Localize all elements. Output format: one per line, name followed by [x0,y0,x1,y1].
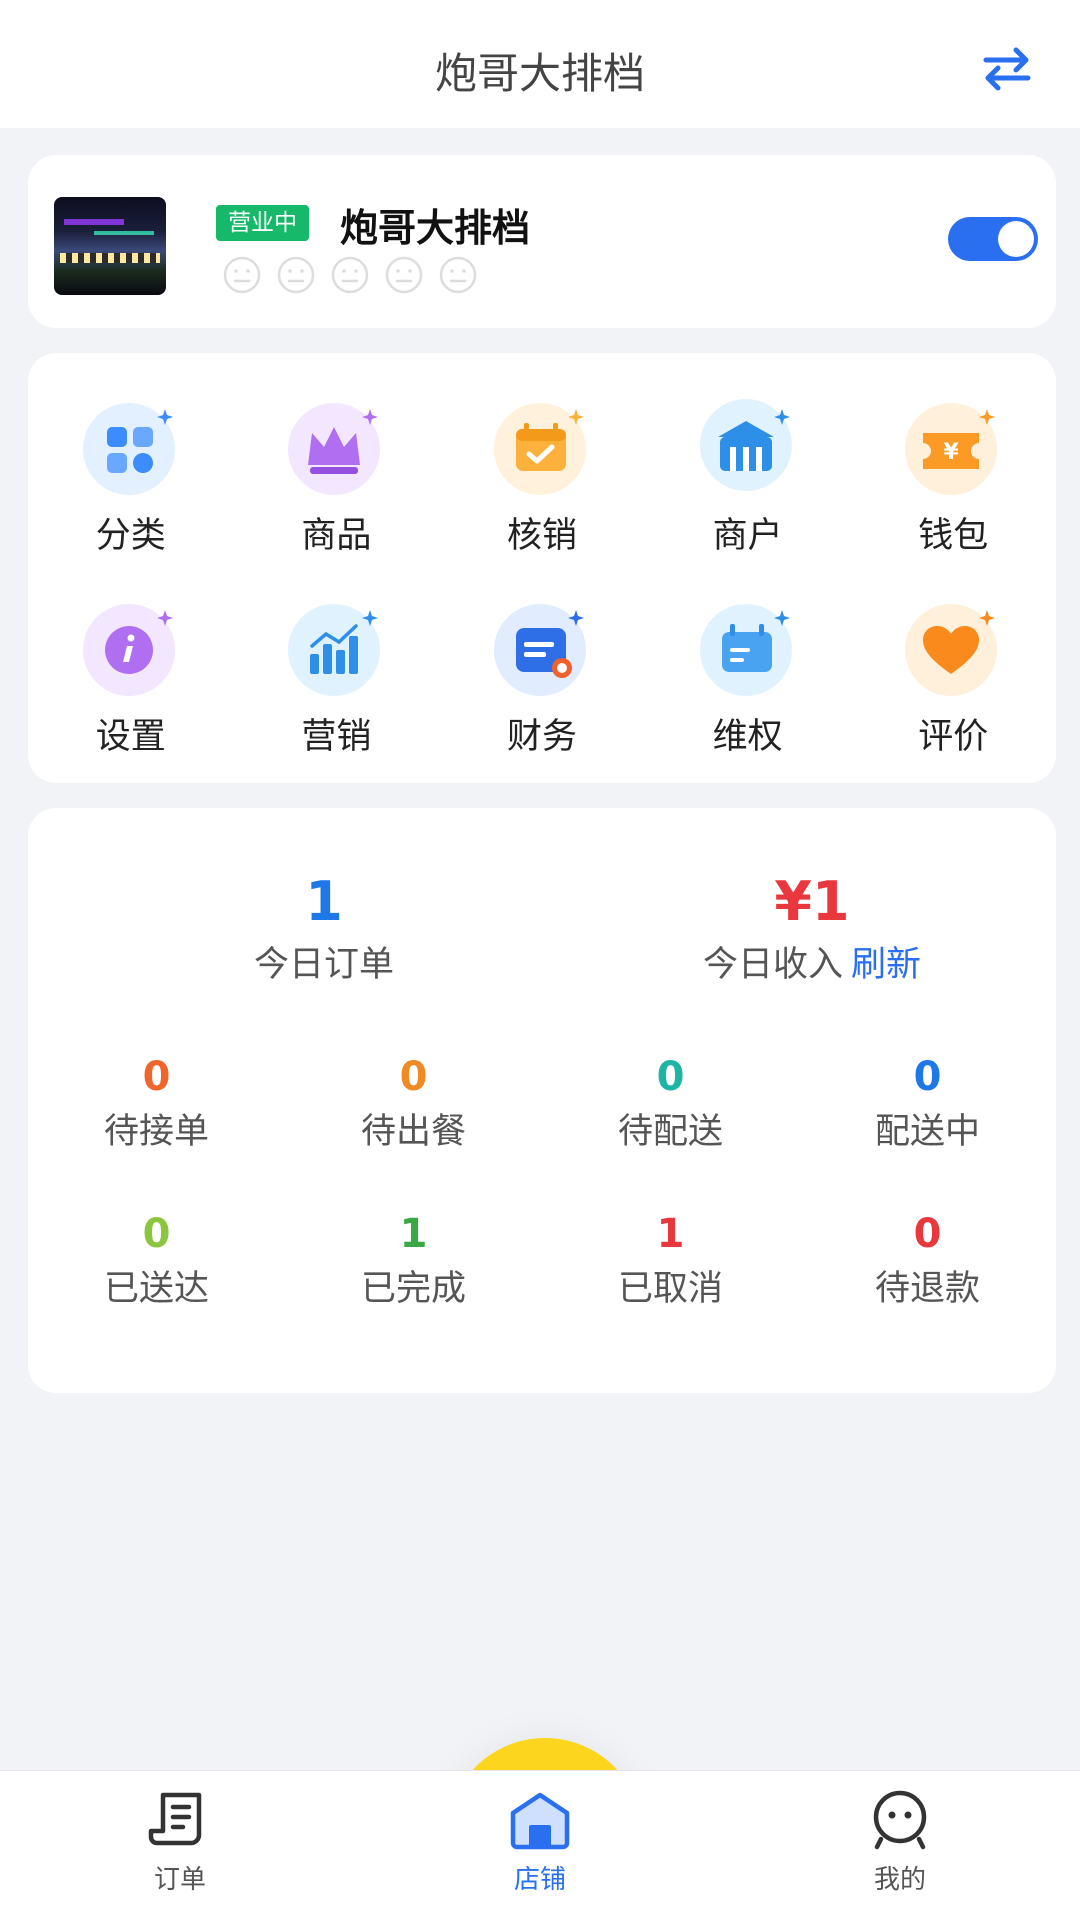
face-icon [223,256,261,294]
bottom-tabbar: 订单 店铺 我的 [0,1770,1080,1920]
today-income-value: ¥1 [774,870,850,933]
tab-label: 订单 [153,1865,206,1895]
menu-item-wallet[interactable]: ¥ 钱包 [850,395,1056,558]
menu-item-settings[interactable]: 设置 [28,596,234,759]
menu-label: 设置 [95,717,166,757]
menu-item-finance[interactable]: 财务 [439,596,645,759]
rating-faces [222,255,478,295]
business-toggle[interactable] [948,217,1038,261]
stat-cancelled[interactable]: 1 已取消 [542,1210,799,1311]
svg-text:¥: ¥ [944,440,960,465]
menu-label: 商品 [301,516,372,556]
stat-value: 0 [399,1054,428,1100]
today-income: ¥1 今日收入 刷新 [592,870,1032,987]
storefront-icon [699,399,792,491]
menu-label: 核销 [506,516,577,556]
face-icon [385,256,423,294]
stat-label: 待配送 [617,1112,723,1152]
stat-value: 1 [399,1211,428,1257]
stat-value: 0 [142,1054,171,1100]
face-icon [277,256,315,294]
menu-label: 钱包 [918,516,989,556]
today-orders[interactable]: 1 今日订单 [104,870,544,987]
menu-label: 商户 [712,516,783,556]
stat-label: 已送达 [103,1269,209,1309]
stat-label: 配送中 [874,1112,980,1152]
shop-card: 营业中 炮哥大排档 [28,155,1056,328]
stat-label: 待退款 [874,1269,980,1309]
menu-item-reviews[interactable]: 评价 [850,596,1056,759]
stat-label: 待出餐 [360,1112,466,1152]
heart-icon [905,604,998,696]
order-stats: 1 今日订单 ¥1 今日收入 刷新 0 待接单 0 待出餐 0 待配送 0 配送中… [28,808,1056,1393]
info-settings-icon [82,604,175,696]
today-orders-label: 今日订单 [253,945,394,985]
tab-store[interactable]: 店铺 [360,1771,720,1920]
menu-item-rights[interactable]: 维权 [645,596,851,759]
today-orders-value: 1 [305,870,343,933]
stat-value: 0 [913,1211,942,1257]
shop-thumbnail[interactable] [54,197,166,295]
stat-pending-accept[interactable]: 0 待接单 [28,1053,285,1154]
stat-value: 0 [656,1054,685,1100]
shop-name: 炮哥大排档 [340,206,531,250]
header: 炮哥大排档 [0,0,1080,128]
stat-value: 1 [656,1211,685,1257]
menu-label: 维权 [712,717,783,757]
swap-arrows-icon[interactable] [980,44,1034,94]
face-icon [331,256,369,294]
menu-label: 评价 [918,717,989,757]
toggle-knob [998,221,1034,257]
stat-delivering[interactable]: 0 配送中 [799,1053,1056,1154]
menu-item-verify[interactable]: 核销 [439,395,645,558]
function-menu: 分类 商品 核销 商户 ¥ 钱包 设置 营销 财务 维权 评价 [28,353,1056,783]
menu-item-category[interactable]: 分类 [28,395,234,558]
menu-item-products[interactable]: 商品 [234,395,440,558]
tab-label: 我的 [873,1865,926,1895]
calendar-check-icon [493,403,586,495]
stat-pending-refund[interactable]: 0 待退款 [799,1210,1056,1311]
menu-item-merchant[interactable]: 商户 [645,395,851,558]
menu-label: 分类 [95,516,166,556]
menu-item-marketing[interactable]: 营销 [234,596,440,759]
store-home-icon [510,1792,570,1850]
order-receipt-icon [148,1792,202,1846]
stat-value: 0 [913,1054,942,1100]
menu-label: 财务 [506,717,577,757]
menu-label: 营销 [301,717,372,757]
refresh-link[interactable]: 刷新 [851,945,921,985]
face-icon [439,256,477,294]
bar-chart-icon [288,604,381,696]
stat-label: 已完成 [360,1269,466,1309]
crown-icon [288,403,381,495]
stat-label: 待接单 [103,1112,209,1152]
stat-completed[interactable]: 1 已完成 [285,1210,542,1311]
tab-orders[interactable]: 订单 [0,1771,360,1920]
stat-pending-meal[interactable]: 0 待出餐 [285,1053,542,1154]
stat-label: 已取消 [617,1269,723,1309]
finance-doc-icon [493,604,586,696]
stat-value: 0 [142,1211,171,1257]
wallet-yuan-icon: ¥ [905,403,998,495]
rights-calendar-icon [699,604,792,696]
stat-pending-delivery[interactable]: 0 待配送 [542,1053,799,1154]
stat-delivered[interactable]: 0 已送达 [28,1210,285,1311]
today-income-label: 今日收入 [702,945,843,985]
tab-label: 店铺 [513,1865,566,1895]
status-badge: 营业中 [216,205,309,241]
category-grid-icon [82,403,175,495]
tab-mine[interactable]: 我的 [720,1771,1080,1920]
user-face-icon [873,1790,927,1850]
page-title: 炮哥大排档 [434,49,645,98]
